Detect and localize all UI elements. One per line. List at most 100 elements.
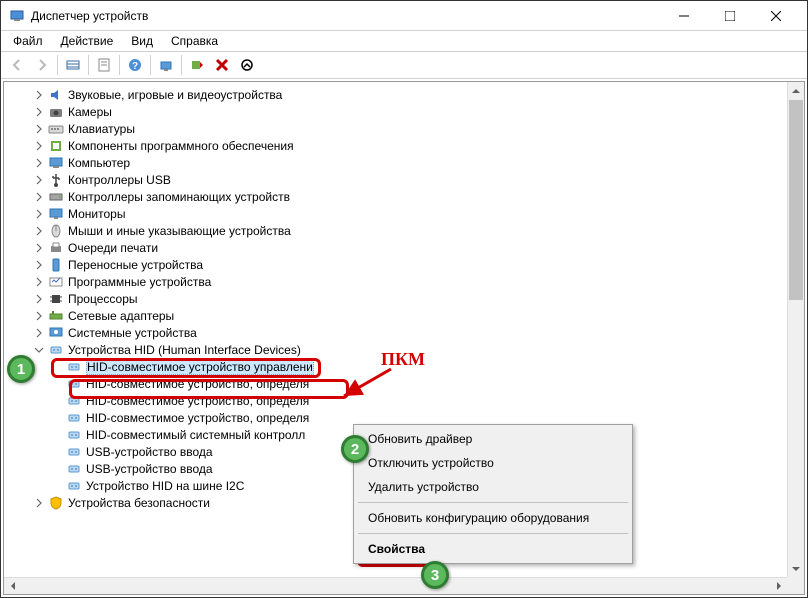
security-icon [48,495,64,511]
scan-button[interactable] [154,53,178,77]
window-title: Диспетчер устройств [31,9,661,23]
hid-device-label: HID-совместимое устройство, определя [86,377,309,391]
expand-icon[interactable] [32,190,46,204]
disable-button[interactable] [235,53,259,77]
hid-icon [66,427,82,443]
category-label: Очереди печати [68,241,158,255]
menu-help[interactable]: Справка [163,32,226,50]
vertical-scrollbar[interactable] [787,82,804,577]
badge-3: 3 [421,561,449,589]
hid-device-label: HID-совместимое устройство управлени [86,359,314,375]
uninstall-button[interactable] [210,53,234,77]
category-label: Камеры [68,105,112,119]
expand-icon[interactable] [32,309,46,323]
expand-icon[interactable] [32,224,46,238]
software-icon [48,138,64,154]
expand-icon[interactable] [32,292,46,306]
context-item[interactable]: Отключить устройство [356,451,630,475]
category-label: Компьютер [68,156,130,170]
expand-icon[interactable] [32,207,46,221]
hid-category-label: Устройства HID (Human Interface Devices) [68,343,301,357]
monitor-icon [48,206,64,222]
category-node[interactable]: Процессоры [28,290,804,307]
computer-icon [48,155,64,171]
horizontal-scrollbar[interactable] [4,577,787,594]
category-label: Звуковые, игровые и видеоустройства [68,88,282,102]
context-separator [358,502,628,503]
forward-button[interactable] [30,53,54,77]
context-item[interactable]: Удалить устройство [356,475,630,499]
category-label: Мыши и иные указывающие устройства [68,224,291,238]
minimize-button[interactable] [661,1,707,31]
category-label: Программные устройства [68,275,211,289]
context-separator [358,533,628,534]
expand-icon[interactable] [32,156,46,170]
category-node[interactable]: Сетевые адаптеры [28,307,804,324]
hid-icon [66,410,82,426]
context-item[interactable]: Обновить драйвер [356,427,630,451]
menubar: Файл Действие Вид Справка [1,31,807,51]
svg-text:?: ? [132,61,138,72]
menu-action[interactable]: Действие [53,32,122,50]
category-node[interactable]: Мониторы [28,205,804,222]
hid-device-label: Устройство HID на шине I2C [86,479,244,493]
update-driver-button[interactable] [185,53,209,77]
category-label: Контроллеры запоминающих устройств [68,190,290,204]
properties-button[interactable] [92,53,116,77]
hid-device-label: USB-устройство ввода [86,445,213,459]
menu-file[interactable]: Файл [5,32,51,50]
expand-icon[interactable] [32,241,46,255]
category-node[interactable]: Камеры [28,103,804,120]
storage-icon [48,189,64,205]
hid-icon [66,376,82,392]
category-label: Системные устройства [68,326,197,340]
badge-2: 2 [341,435,369,463]
expand-icon[interactable] [32,122,46,136]
category-label: Процессоры [68,292,138,306]
expand-icon[interactable] [32,105,46,119]
context-item[interactable]: Обновить конфигурацию оборудования [356,506,630,530]
expand-icon[interactable] [32,275,46,289]
camera-icon [48,104,64,120]
category-node[interactable]: Мыши и иные указывающие устройства [28,222,804,239]
category-node[interactable]: Компоненты программного обеспечения [28,137,804,154]
expand-icon[interactable] [32,88,46,102]
close-button[interactable] [753,1,799,31]
category-node[interactable]: Контроллеры запоминающих устройств [28,188,804,205]
badge-1: 1 [7,355,35,383]
category-node[interactable]: Переносные устройства [28,256,804,273]
arrow-icon [336,366,396,406]
category-node[interactable]: Программные устройства [28,273,804,290]
expand-icon[interactable] [32,326,46,340]
context-menu: Обновить драйверОтключить устройствоУдал… [353,424,633,564]
hid-device-label: HID-совместимое устройство, определя [86,394,309,408]
category-label: Контроллеры USB [68,173,171,187]
category-node[interactable]: Очереди печати [28,239,804,256]
category-node[interactable]: Системные устройства [28,324,804,341]
expand-icon[interactable] [32,139,46,153]
expand-icon[interactable] [32,173,46,187]
keyboard-icon [48,121,64,137]
hid-device-node[interactable]: HID-совместимое устройство, определя [46,392,804,409]
app-icon [9,8,25,24]
expand-icon[interactable] [32,258,46,272]
category-node[interactable]: Клавиатуры [28,120,804,137]
network-icon [48,308,64,324]
menu-view[interactable]: Вид [123,32,161,50]
show-hidden-button[interactable] [61,53,85,77]
category-node[interactable]: Компьютер [28,154,804,171]
expand-icon[interactable] [32,496,46,510]
category-node[interactable]: Контроллеры USB [28,171,804,188]
category-label: Переносные устройства [68,258,203,272]
context-item[interactable]: Свойства [356,537,630,561]
hid-device-label: HID-совместимое устройство, определя [86,411,309,425]
category-label: Компоненты программного обеспечения [68,139,294,153]
maximize-button[interactable] [707,1,753,31]
hid-icon [48,342,64,358]
usb-icon [48,172,64,188]
collapse-icon[interactable] [32,343,46,357]
category-node[interactable]: Звуковые, игровые и видеоустройства [28,86,804,103]
back-button[interactable] [5,53,29,77]
help-button[interactable]: ? [123,53,147,77]
hid-device-node[interactable]: HID-совместимое устройство, определя [46,375,804,392]
